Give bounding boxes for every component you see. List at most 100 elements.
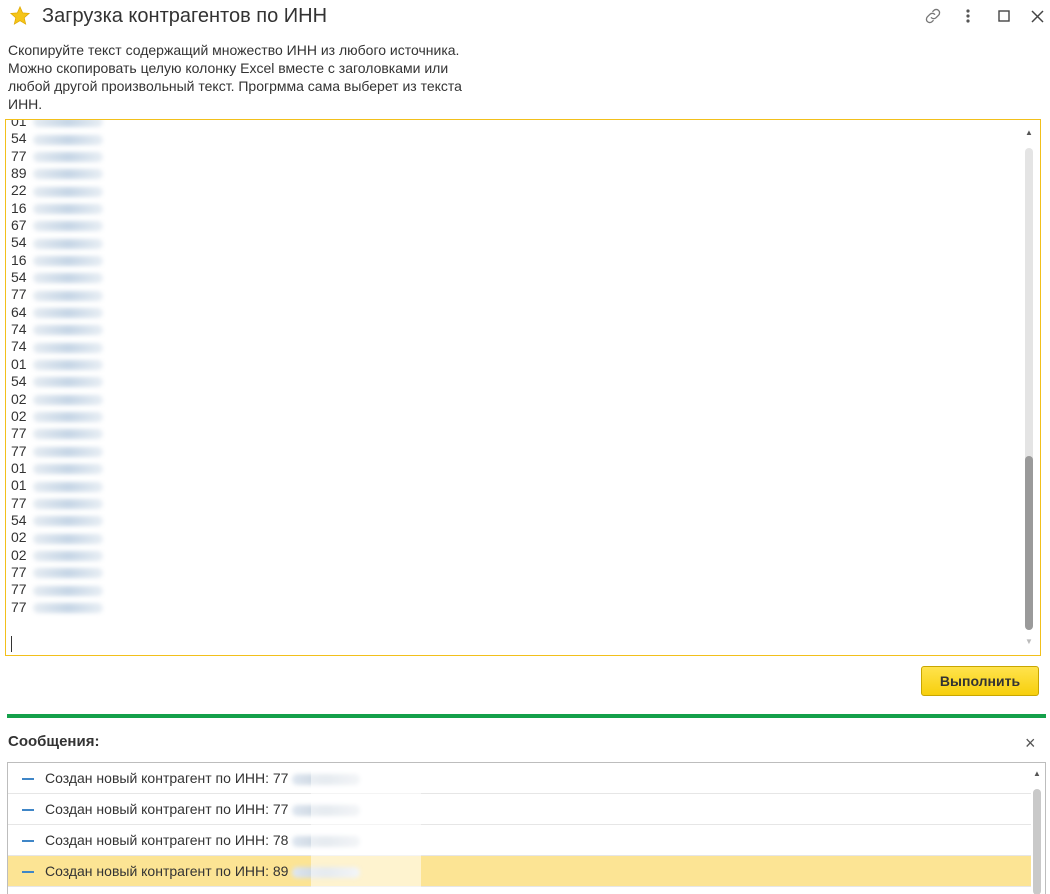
inn-line: 54 [11,269,103,286]
inn-line: 02 [11,391,103,408]
inn-prefix: 54 [11,269,27,286]
scroll-up-arrow-icon[interactable]: ▲ [1033,769,1041,778]
message-row[interactable]: Создан новый контрагент по ИНН: 89 [8,856,1031,887]
message-row[interactable]: Создан новый контрагент по ИНН: 77 [8,763,1031,794]
inn-prefix: 77 [11,581,27,598]
inn-prefix: 77 [11,442,27,459]
redacted-digits [32,602,103,613]
inn-prefix: 22 [11,182,27,199]
redacted-digits [32,120,103,128]
redacted-digits [32,204,103,215]
inn-prefix: 01 [11,477,27,494]
inn-prefix: 89 [11,165,27,182]
inn-text-input[interactable]: 01 54 77 89 22 16 67 54 16 54 77 64 74 74 01 54 02 02 77 77… [5,119,1041,656]
inn-line: 77 [11,148,103,165]
messages-header: Сообщения: [8,733,100,750]
inn-prefix: 67 [11,217,27,234]
messages-close-icon[interactable]: × [1025,734,1036,752]
redacted-digits [32,550,103,561]
redacted-digits [32,446,103,457]
redacted-digits [32,221,103,232]
close-icon[interactable] [1025,5,1049,27]
inn-line: 22 [11,182,103,199]
redacted-digits [32,169,103,180]
inn-prefix: 16 [11,199,27,216]
message-label: Создан новый контрагент по ИНН: 89 [45,863,289,879]
redacted-digits [32,516,103,527]
inn-lines: 01 54 77 89 22 16 67 54 16 54 77 64 74 74 01 54 02 02 77 77… [11,120,103,616]
inn-line: 01 [11,460,103,477]
inn-prefix: 77 [11,286,27,303]
text-scrollbar[interactable]: ▲ ▼ [1024,128,1034,646]
redacted-digits [32,533,103,544]
inn-line: 77 [11,443,103,460]
inn-line: 01 [11,120,103,130]
inn-line: 54 [11,512,103,529]
inn-line: 77 [11,581,103,598]
scroll-thumb[interactable] [1025,456,1033,630]
redacted-digits [32,342,103,353]
inn-line: 74 [11,338,103,355]
inn-line: 67 [11,217,103,234]
inn-line: 77 [11,286,103,303]
messages-list: Создан новый контрагент по ИНН: 77 Создан… [7,762,1046,894]
inn-prefix: 54 [11,234,27,251]
inn-line: 64 [11,304,103,321]
inn-line: 89 [11,165,103,182]
inn-line: 77 [11,495,103,512]
redacted-digits [32,238,103,249]
message-dash-icon [22,871,34,873]
redacted-digits [32,377,103,388]
inn-prefix: 01 [11,355,27,372]
message-label: Создан новый контрагент по ИНН: 78 [45,832,289,848]
inn-line: 02 [11,529,103,546]
star-icon[interactable] [9,5,31,27]
redacted-digits [32,325,103,336]
redacted-digits [32,290,103,301]
scroll-down-arrow-icon[interactable]: ▼ [1025,637,1033,646]
message-row[interactable]: Создан новый контрагент по ИНН: 78 [8,825,1031,856]
inn-line: 54 [11,130,103,147]
inn-line: 74 [11,321,103,338]
redaction-overlay [311,825,421,856]
window-title: Загрузка контрагентов по ИНН [42,5,328,27]
inn-prefix: 02 [11,390,27,407]
message-dash-icon [22,778,34,780]
message-row[interactable]: Создан новый контрагент по ИНН: 77 [8,794,1031,825]
scroll-up-arrow-icon[interactable]: ▲ [1025,128,1033,137]
inn-line: 02 [11,547,103,564]
inn-line: 77 [11,425,103,442]
inn-prefix: 02 [11,407,27,424]
run-button[interactable]: Выполнить [921,666,1039,696]
messages-scrollbar[interactable]: ▲ [1032,769,1042,894]
message-dash-icon [22,840,34,842]
redacted-digits [32,256,103,267]
more-vertical-icon[interactable] [956,5,980,27]
redacted-digits [32,308,103,319]
title-bar: Загрузка контрагентов по ИНН [0,0,1050,34]
redacted-digits [32,568,103,579]
inn-line: 16 [11,200,103,217]
inn-prefix: 77 [11,147,27,164]
maximize-icon[interactable] [992,5,1016,27]
inn-prefix: 77 [11,494,27,511]
redaction-overlay [311,794,421,825]
inn-prefix: 74 [11,338,27,355]
text-cursor [11,636,12,652]
inn-line: 77 [11,564,103,581]
inn-line: 54 [11,373,103,390]
message-label: Создан новый контрагент по ИНН: 77 [45,801,289,817]
inn-line: 16 [11,252,103,269]
redacted-digits [32,360,103,371]
message-label: Создан новый контрагент по ИНН: 77 [45,770,289,786]
redacted-digits [32,134,103,145]
inn-prefix: 77 [11,598,27,615]
inn-line: 54 [11,234,103,251]
redaction-overlay [311,856,421,887]
redacted-digits [32,498,103,509]
link-icon[interactable] [921,5,945,27]
scroll-thumb[interactable] [1033,789,1041,894]
inn-prefix: 01 [11,459,27,476]
redaction-overlay [311,763,421,794]
inn-prefix: 54 [11,511,27,528]
